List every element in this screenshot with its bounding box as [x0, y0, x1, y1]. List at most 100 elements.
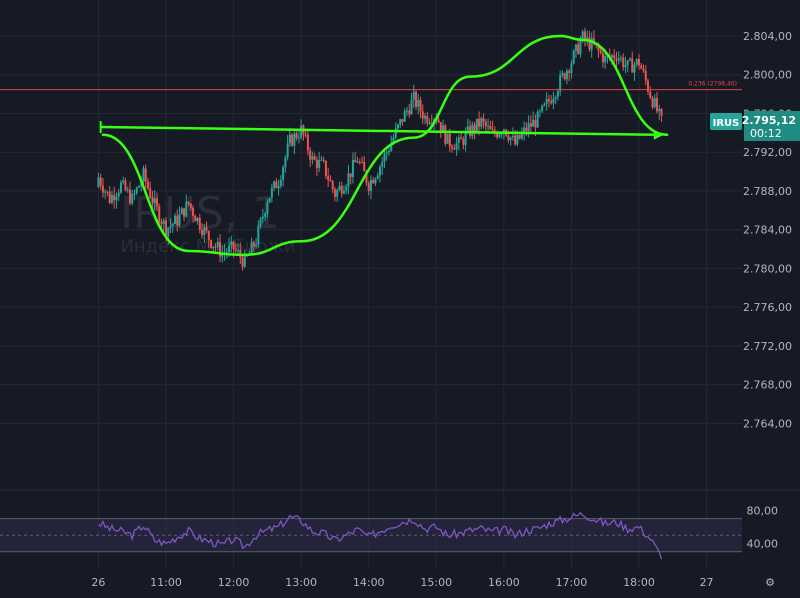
price-tick-label: 2.804,00	[743, 30, 792, 43]
candle-body	[588, 37, 591, 50]
chart-window: IRUS, 1 Индекс МосБиржи 0.236 (2798,46) …	[0, 0, 800, 594]
candle-body	[471, 124, 474, 136]
candle-body	[543, 103, 546, 106]
candle-body	[541, 105, 544, 112]
candle-body	[514, 135, 517, 145]
candle-body	[615, 58, 618, 61]
candle-body	[351, 159, 354, 177]
candle-body	[475, 118, 478, 132]
price-tick-label: 2.768,00	[743, 379, 792, 392]
candle-body	[457, 137, 460, 143]
candle-body	[451, 146, 454, 149]
candle-body	[135, 187, 138, 194]
candle-body	[237, 250, 240, 252]
candle-body	[527, 123, 530, 132]
candle-body	[437, 119, 440, 123]
candle-body	[489, 125, 492, 130]
candle-body	[232, 241, 235, 250]
candle-body	[340, 185, 343, 194]
candle-body	[167, 227, 170, 237]
time-tick-label: 13:00	[285, 576, 317, 589]
candle-body	[651, 97, 654, 108]
candle-body	[480, 118, 483, 127]
time-tick-label: 12:00	[218, 576, 250, 589]
candle-body	[115, 196, 118, 201]
candle-body	[331, 181, 334, 190]
candle-body	[579, 41, 582, 54]
candle-body	[284, 157, 287, 168]
candle-body	[473, 124, 476, 132]
candle-body	[99, 177, 102, 186]
candle-body	[149, 188, 152, 198]
candle-body	[234, 249, 237, 251]
candle-body	[212, 246, 215, 248]
candle-body	[644, 70, 647, 81]
candle-body	[270, 187, 273, 198]
candle-body	[374, 178, 377, 184]
time-tick-label: 15:00	[420, 576, 452, 589]
candle-body	[133, 193, 136, 195]
candle-body	[619, 57, 622, 59]
candle-body	[266, 202, 269, 214]
candle-body	[349, 173, 352, 177]
candle-body	[376, 175, 379, 179]
candle-body	[568, 70, 571, 73]
candle-body	[201, 229, 204, 235]
candle-body	[313, 156, 316, 160]
candle-body	[131, 193, 134, 204]
candle-body	[174, 215, 177, 224]
candle-body	[250, 242, 253, 254]
candle-body	[529, 123, 532, 127]
candle-body	[565, 70, 568, 80]
candle-body	[108, 191, 111, 203]
candle-body	[261, 216, 264, 219]
candle-body	[610, 55, 613, 58]
candle-body	[101, 185, 104, 193]
candle-body	[369, 179, 372, 192]
candle-body	[599, 50, 602, 54]
candle-body	[424, 115, 427, 119]
rsi-tick-label: 40,00	[747, 537, 779, 550]
candle-body	[563, 73, 566, 80]
candle-body	[401, 119, 404, 122]
candle-body	[556, 91, 559, 97]
candle-body	[106, 191, 109, 193]
candle-body	[516, 135, 519, 145]
settings-icon[interactable]: ⚙	[765, 576, 775, 589]
candle-body	[189, 203, 192, 208]
candle-body	[153, 198, 156, 204]
candle-body	[658, 109, 661, 112]
candle-body	[311, 156, 314, 160]
candle-body	[383, 153, 386, 162]
candle-body	[507, 135, 510, 141]
candle-body	[241, 257, 244, 267]
fib-level-label: 0.236 (2798,46)	[688, 81, 737, 88]
candle-body	[146, 181, 149, 189]
time-tick-label: 18:00	[623, 576, 655, 589]
candle-body	[448, 133, 451, 147]
candle-body	[381, 161, 384, 168]
candle-body	[550, 101, 553, 104]
candle-body	[155, 198, 158, 207]
candle-body	[412, 91, 415, 100]
candle-body	[178, 214, 181, 226]
candle-body	[624, 64, 627, 68]
candle-body	[104, 191, 107, 193]
candle-body	[295, 133, 298, 139]
candle-body	[604, 56, 607, 63]
candle-body	[572, 50, 575, 64]
candle-body	[162, 220, 165, 224]
candle-body	[487, 125, 490, 127]
candle-body	[216, 241, 219, 247]
candle-body	[158, 206, 161, 223]
candle-body	[628, 58, 631, 61]
candle-body	[385, 152, 388, 154]
candle-body	[547, 99, 550, 102]
price-tick-label: 2.792,00	[743, 146, 792, 159]
candle-body	[273, 181, 276, 188]
price-chart[interactable]: IRUS, 1 Индекс МосБиржи 0.236 (2798,46) …	[0, 0, 800, 594]
candle-body	[320, 159, 323, 161]
candle-body	[518, 135, 521, 139]
candle-body	[559, 75, 562, 92]
candle-body	[500, 133, 503, 135]
